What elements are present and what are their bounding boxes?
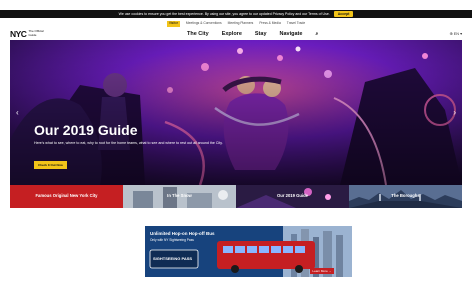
hero-text: Here's what to see, where to eat, why to… [34, 141, 223, 145]
hero-image [10, 40, 462, 185]
utility-nav: Visitor Meetings & Conventions Meeting P… [0, 21, 472, 27]
tile-label: The Boroughs [391, 193, 420, 198]
cookie-banner: We use cookies to ensure you get the bes… [0, 10, 472, 18]
ad-pass-label: SIGHTSEEING PASS [153, 256, 193, 261]
menu-item-navigate[interactable]: Navigate [280, 31, 303, 37]
hero-cta-button[interactable]: Check It Out Now [34, 161, 67, 169]
menu-item-the-city[interactable]: The City [187, 31, 209, 37]
utility-link-trade[interactable]: Travel Trade [287, 21, 305, 27]
tile-snow[interactable]: In The Snow [123, 185, 236, 208]
logo-mark: NYC [10, 28, 27, 39]
utility-link-press[interactable]: Press & Media [259, 21, 280, 27]
utility-link-visitor[interactable]: Visitor [166, 21, 180, 27]
menu-item-explore[interactable]: Explore [222, 31, 242, 37]
main-menu: The City Explore Stay Navigate ⌕ [187, 28, 318, 39]
tile-label: Our 2019 Guide [277, 193, 308, 198]
page: We use cookies to ensure you get the bes… [0, 0, 472, 281]
ad-learn-more-button[interactable]: Learn More → [310, 268, 334, 274]
logo-subtitle-line-2: Guide [28, 32, 37, 37]
tile-famous-original[interactable]: Famous Original New York City [10, 185, 123, 208]
carousel-prev-icon[interactable]: ‹ [16, 108, 19, 117]
logo-subtitle: The Official Guide [28, 30, 43, 36]
hero-title: Our 2019 Guide [34, 122, 138, 138]
cookie-text: We use cookies to ensure you get the bes… [118, 12, 330, 16]
ad-headline: Unlimited Hop-on Hop-off Bus [150, 231, 215, 236]
main-nav: NYC The Official Guide The City Explore … [10, 28, 462, 39]
tile-label: In The Snow [167, 193, 192, 198]
tile-label: Famous Original New York City [35, 193, 98, 198]
feature-tiles: Famous Original New York City In The Sno… [10, 185, 462, 208]
search-icon[interactable]: ⌕ [315, 31, 318, 37]
utility-link-planners[interactable]: Meeting Planners [228, 21, 254, 27]
ad-subline: Only with NY Sightseeing Pass [150, 238, 194, 242]
logo[interactable]: NYC The Official Guide [10, 29, 44, 39]
cookie-accept-button[interactable]: Accept [333, 11, 354, 17]
language-selector[interactable]: ⊕ EN ▾ [450, 31, 462, 36]
ad-banner[interactable]: Unlimited Hop-on Hop-off Bus Only with N… [145, 226, 352, 277]
hero-carousel: ‹ › Our 2019 Guide Here's what to see, w… [10, 40, 462, 185]
menu-item-stay[interactable]: Stay [255, 31, 267, 37]
tile-boroughs[interactable]: The Boroughs [349, 185, 462, 208]
utility-link-meetings[interactable]: Meetings & Conventions [186, 21, 222, 27]
carousel-next-icon[interactable]: › [453, 108, 456, 117]
tile-2019-guide[interactable]: Our 2019 Guide [236, 185, 349, 208]
